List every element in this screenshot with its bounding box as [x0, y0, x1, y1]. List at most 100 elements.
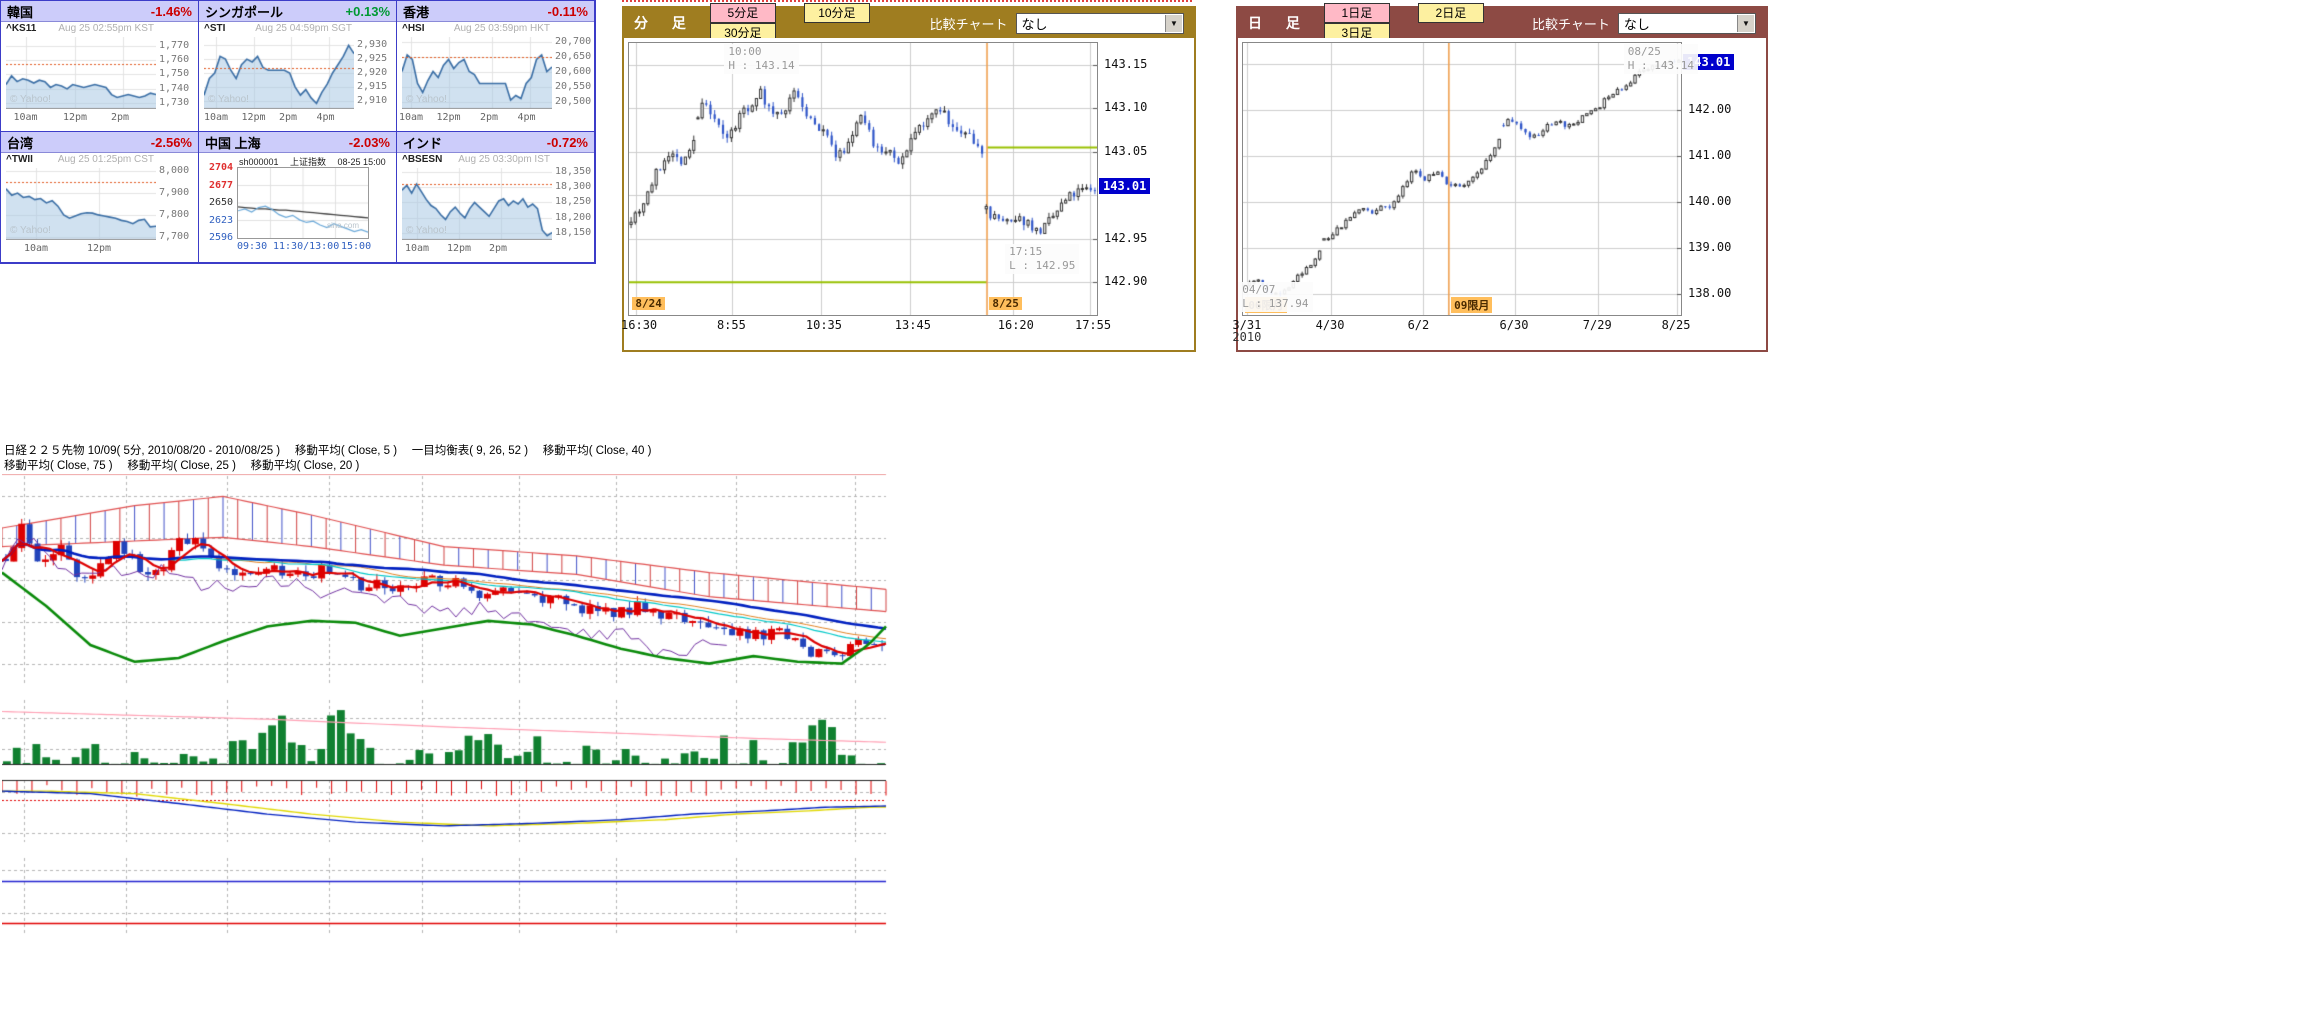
market-change-pct: -0.11%: [548, 4, 588, 19]
market-cell-body: ^KS11Aug 25 02:55pm KST1,7701,7601,7501,…: [1, 22, 198, 130]
x-axis-label: 6/30: [1500, 318, 1529, 332]
tab-2日足[interactable]: 2日足: [1418, 3, 1484, 23]
yahoo-watermark: © Yahoo!: [10, 94, 51, 105]
y-axis-label: 2704: [209, 162, 233, 173]
market-cell-header: 台湾-2.56%: [1, 132, 198, 153]
compare-chart-select[interactable]: なし ▼: [1618, 13, 1756, 34]
chevron-down-icon[interactable]: ▼: [1737, 15, 1754, 32]
yahoo-watermark: © Yahoo!: [10, 225, 51, 236]
market-cell-header: 香港 -0.11%: [397, 1, 594, 22]
y-axis-label: 2,925: [357, 53, 387, 64]
y-axis-label: 20,550: [555, 81, 591, 92]
x-axis-label: 10am: [405, 243, 429, 254]
x-axis-label: 12pm: [437, 112, 461, 123]
chart-title-line2: 移動平均( Close, 75 ) 移動平均( Close, 25 ) 移動平均…: [4, 457, 359, 473]
panel-title: 日 足: [1248, 13, 1310, 33]
chart-annotation: 17:15 L : 142.95: [1005, 244, 1079, 274]
market-name: 韓国: [7, 2, 33, 21]
y-axis-label: 20,700: [555, 36, 591, 47]
chart-annotation: 10:00 H : 143.14: [724, 44, 798, 74]
market-cell-^STI: シンガポール+0.13%^STIAug 25 04:59pm SGT2,9302…: [199, 1, 397, 132]
market-cell-body: sh000001 上证指数 08-25 15:00270426772650262…: [199, 153, 396, 261]
market-timestamp: Aug 25 01:25pm CST: [58, 154, 154, 165]
chart-title-line1: 日経２２５先物 10/09( 5分, 2010/08/20 - 2010/08/…: [4, 442, 651, 458]
y-axis-label: 18,250: [555, 196, 591, 207]
x-axis-label: 09:30: [237, 241, 267, 252]
y-axis-label: 20,500: [555, 96, 591, 107]
market-timestamp: Aug 25 04:59pm SGT: [255, 23, 352, 34]
compare-chart-value: なし: [1022, 14, 1048, 33]
daily-tabs: 1日足2日足3日足: [1324, 3, 1526, 43]
y-axis-label: 142.90: [1104, 274, 1147, 288]
market-cell-header: シンガポール +0.13%: [199, 1, 396, 22]
x-axis-label: 12pm: [447, 243, 471, 254]
y-axis-label: 18,200: [555, 212, 591, 223]
session-date-label: 09限月: [1451, 297, 1492, 313]
x-axis-year-label: 2010: [1232, 330, 1261, 344]
market-timestamp: Aug 25 03:59pm HKT: [454, 23, 550, 34]
tab-5分足[interactable]: 5分足: [710, 3, 776, 23]
x-axis-label: 11:30/13:00: [273, 241, 339, 252]
yahoo-watermark: © Yahoo!: [406, 94, 447, 105]
y-axis-label: 7,800: [159, 209, 189, 220]
x-axis-label: 2pm: [279, 112, 297, 123]
y-axis-label: 1,760: [159, 54, 189, 65]
market-cell-header: 中国 上海-2.03%: [199, 132, 396, 153]
compare-chart-value: なし: [1624, 14, 1650, 33]
y-axis-label: 143.10: [1104, 100, 1147, 114]
market-timestamp: Aug 25 03:30pm IST: [458, 154, 550, 165]
market-name: 香港: [403, 2, 429, 21]
x-axis-label: 8:55: [717, 318, 746, 332]
market-change-pct: +0.13%: [346, 4, 390, 19]
compare-chart-label: 比較チャート: [1532, 14, 1610, 33]
x-axis-label: 12pm: [63, 112, 87, 123]
y-axis-label: 140.00: [1688, 194, 1731, 208]
compare-chart-select[interactable]: なし ▼: [1016, 13, 1184, 34]
x-axis-label: 10am: [24, 243, 48, 254]
chevron-down-icon[interactable]: ▼: [1165, 15, 1182, 32]
y-axis-label: 2677: [209, 180, 233, 191]
y-axis-label: 143.05: [1104, 144, 1147, 158]
y-axis-label: 2,920: [357, 67, 387, 78]
y-axis-label: 18,300: [555, 181, 591, 192]
market-cell-body: ^BSESNAug 25 03:30pm IST18,35018,30018,2…: [397, 153, 594, 261]
y-axis-label: 143.15: [1104, 57, 1147, 71]
y-axis-label: 2650: [209, 197, 233, 208]
x-axis-label: 8/25: [1662, 318, 1691, 332]
x-axis-label: 16:20: [998, 318, 1034, 332]
x-axis-label: 13:45: [895, 318, 931, 332]
x-axis-label: 2pm: [489, 243, 507, 254]
tab-10分足[interactable]: 10分足: [804, 3, 870, 23]
market-cell-^HSI: 香港-0.11%^HSIAug 25 03:59pm HKT20,70020,6…: [397, 1, 595, 132]
market-cell-header: 韓国-1.46%: [1, 1, 198, 22]
market-cell-^KS11: 韓国-1.46%^KS11Aug 25 02:55pm KST1,7701,76…: [1, 1, 199, 132]
market-symbol: ^TWII: [6, 154, 33, 165]
market-change-pct: -2.03%: [349, 135, 390, 150]
y-axis-label: 1,770: [159, 40, 189, 51]
market-name: インド: [403, 133, 442, 152]
asia-markets-grid: 韓国-1.46%^KS11Aug 25 02:55pm KST1,7701,76…: [0, 0, 596, 264]
y-axis-label: 2623: [209, 215, 233, 226]
y-axis-label: 142.00: [1688, 102, 1731, 116]
market-symbol: ^HSI: [402, 23, 425, 34]
y-axis-label: 142.95: [1104, 231, 1147, 245]
session-date-label: 8/24: [632, 297, 665, 310]
tab-1日足[interactable]: 1日足: [1324, 3, 1390, 23]
y-axis-label: 2596: [209, 232, 233, 243]
daily-panel-toolbar: 日 足 1日足2日足3日足 比較チャート なし ▼: [1238, 8, 1766, 38]
yahoo-watermark: © Yahoo!: [208, 94, 249, 105]
minute-chart-panel: 分 足 5分足10分足30分足 比較チャート なし ▼ 143.15143.10…: [622, 6, 1196, 352]
red-dotted-separator: [622, 0, 1192, 2]
daily-chart-area: 142.00141.00140.00139.00138.00143.013/31…: [1238, 38, 1766, 350]
x-axis-label: 10am: [14, 112, 38, 123]
y-axis-label: 18,150: [555, 227, 591, 238]
current-price-tag: 143.01: [1099, 178, 1150, 194]
candlestick-chart: [628, 42, 1098, 316]
market-change-pct: -0.72%: [547, 135, 588, 150]
panel-title: 分 足: [634, 13, 696, 33]
x-axis-label: 4pm: [317, 112, 335, 123]
x-axis-label: 6/2: [1408, 318, 1430, 332]
market-name: シンガポール: [205, 2, 283, 21]
market-symbol: ^BSESN: [402, 154, 442, 165]
x-axis-label: 12pm: [87, 243, 111, 254]
